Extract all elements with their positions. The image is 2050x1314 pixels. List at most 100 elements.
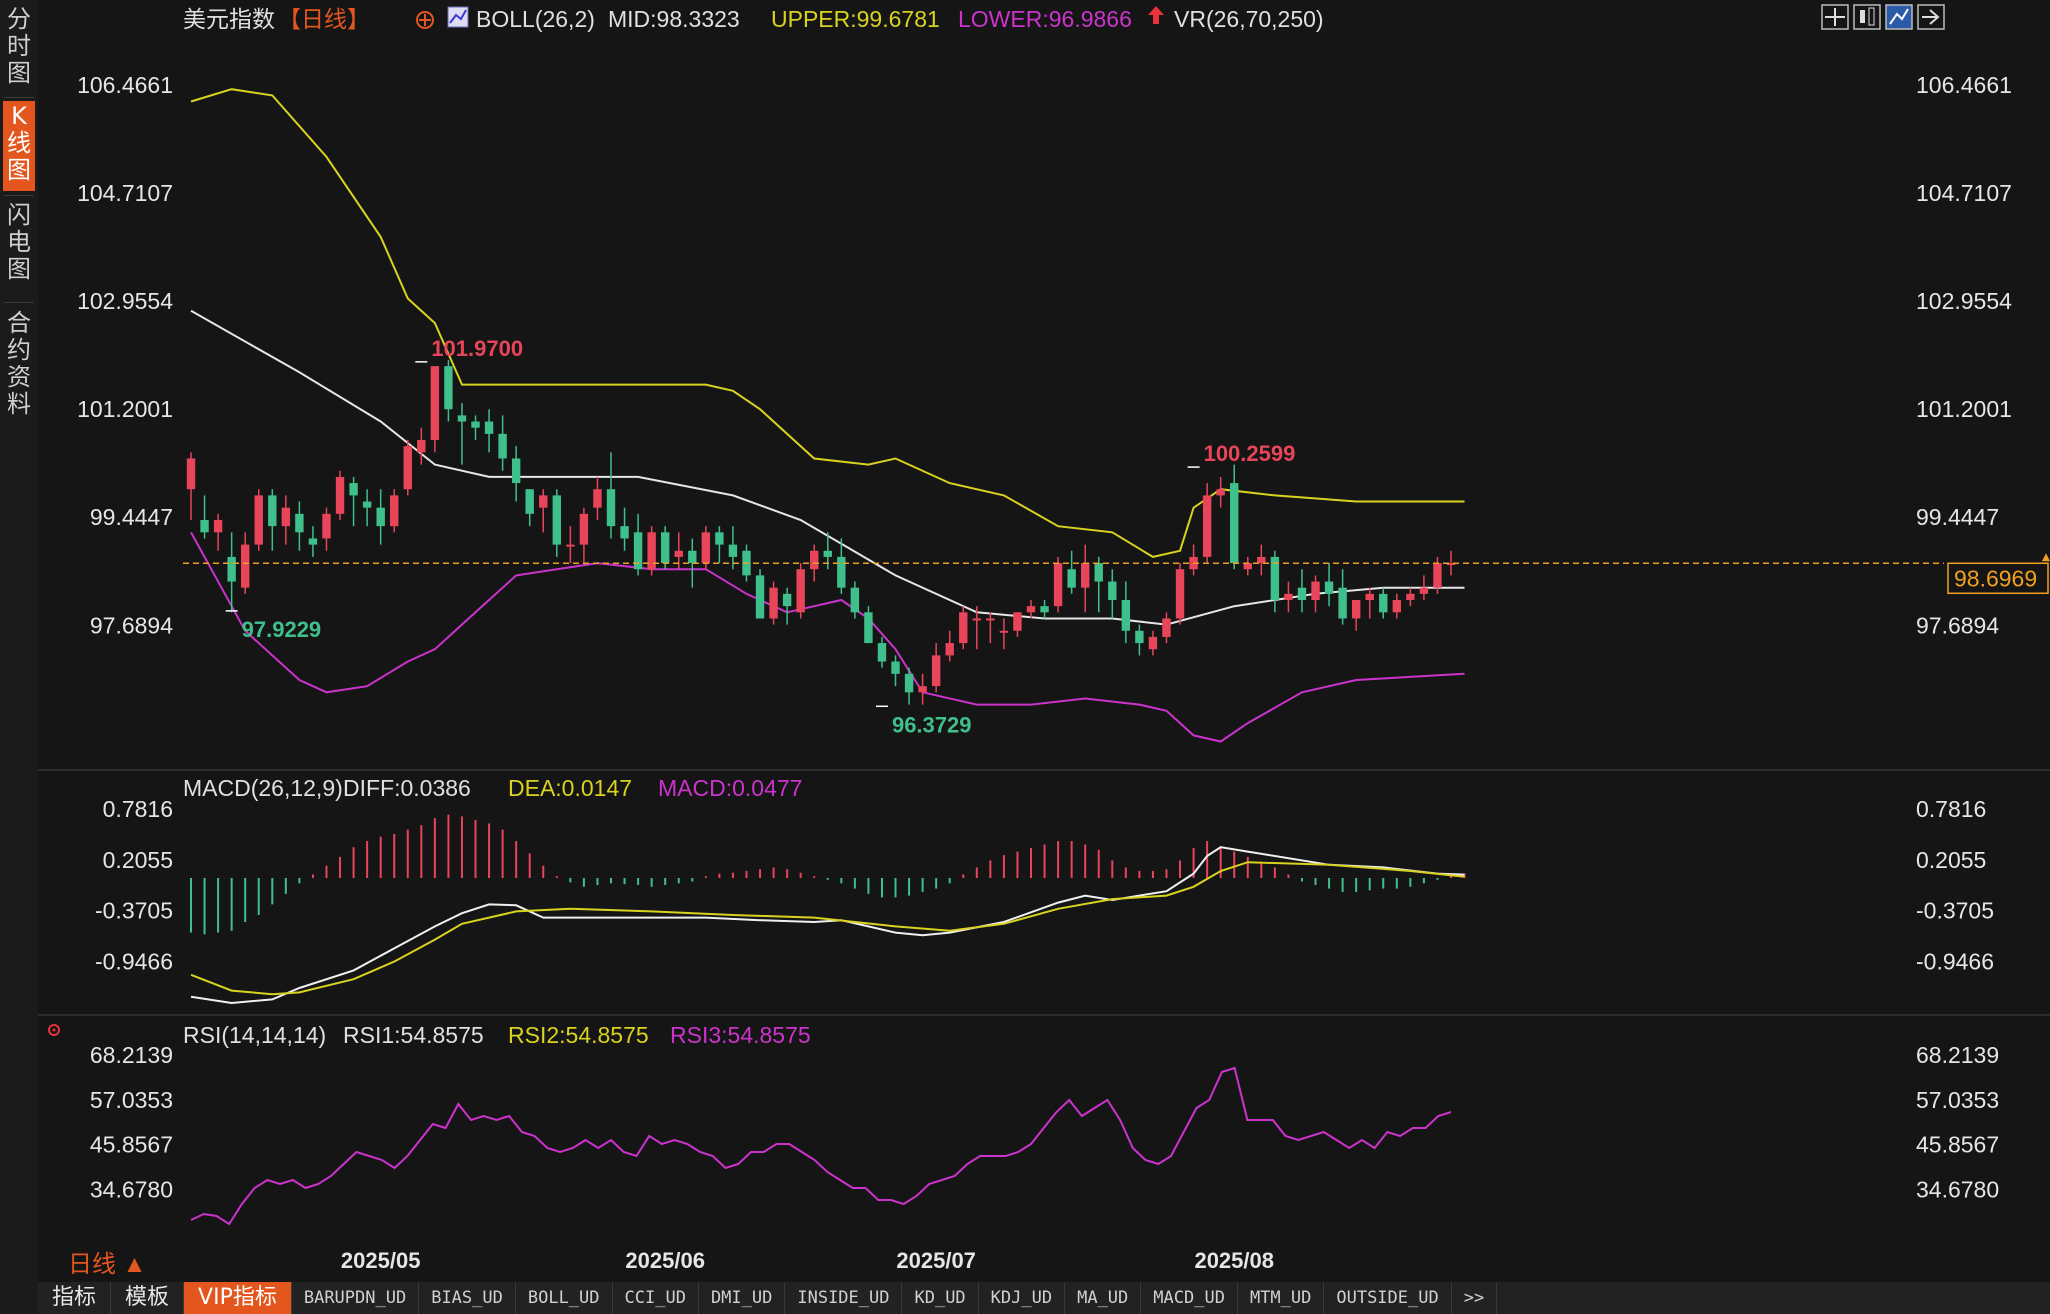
macd-tick-label: -0.3705	[1916, 898, 1994, 924]
candle-body	[1094, 563, 1103, 582]
period-label: 【日线】	[278, 6, 370, 32]
indicator-chart-icon[interactable]	[447, 6, 469, 28]
candle-body	[1162, 618, 1171, 637]
candle-body	[254, 495, 263, 545]
candle-body	[1040, 606, 1049, 613]
macd-histogram-value: MACD:0.0477	[658, 775, 802, 801]
candle-body	[1202, 495, 1212, 557]
candle-body	[1379, 593, 1388, 613]
candle-body	[1392, 600, 1402, 613]
candle-body	[688, 550, 697, 564]
side-tab-flash[interactable]: 闪电图	[3, 200, 35, 290]
boll-lower-value: LOWER:96.9866	[958, 6, 1132, 32]
high-label: 100.2599	[1204, 441, 1296, 466]
side-tab-label: 合约资料	[7, 309, 31, 418]
side-tab-timeshare[interactable]: 分时图	[3, 4, 35, 94]
candle-body	[918, 686, 927, 693]
boll-label: BOLL(26,2)	[476, 6, 595, 32]
candle-body	[796, 569, 805, 613]
candle-body	[1216, 489, 1225, 496]
rsi-tick-label: 45.8567	[1916, 1132, 1999, 1158]
macd-tick-label: -0.9466	[95, 948, 173, 974]
candle-body	[864, 612, 873, 644]
indicator-tab[interactable]: 模板	[111, 1282, 185, 1314]
side-tab-bar: 分时图 K线图 闪电图 合约资料	[0, 0, 39, 1314]
side-tab-label: 闪电图	[7, 201, 31, 283]
candle-body	[1175, 569, 1185, 619]
candle-body	[1108, 581, 1117, 600]
candle-body	[200, 520, 209, 533]
candle-body	[1013, 612, 1022, 631]
indicator-tab[interactable]: >>	[1452, 1282, 1498, 1314]
candle-body	[539, 495, 548, 508]
indicator-tab[interactable]: MACD_UD	[1141, 1282, 1238, 1314]
indicator-tab[interactable]: CCI_UD	[613, 1282, 699, 1314]
candle-body	[1406, 593, 1415, 600]
indicator-tab[interactable]: OUTSIDE_UD	[1324, 1282, 1452, 1314]
candle-body	[701, 532, 711, 564]
date-tick-label: 2025/08	[1194, 1248, 1274, 1273]
candle-body	[1135, 630, 1144, 644]
rsi-label: RSI(14,14,14)	[183, 1022, 326, 1048]
indicator-tab[interactable]: KD_UD	[902, 1282, 979, 1314]
candle-body	[1067, 569, 1076, 588]
macd-tick-label: -0.3705	[95, 898, 173, 924]
candle-body	[1351, 600, 1361, 619]
candle-body	[457, 415, 467, 422]
candle-body	[755, 575, 765, 619]
date-tick-label: 2025/07	[896, 1248, 976, 1273]
price-tick-label: 104.7107	[1916, 180, 2012, 206]
macd-label: MACD(26,12,9)	[183, 775, 343, 801]
chart-area[interactable]: 美元指数 【日线】 BOLL(26,2) MID:98.3323 UPPER:9…	[38, 0, 2050, 1282]
candle-body	[471, 421, 480, 428]
indicator-tab[interactable]: DMI_UD	[699, 1282, 786, 1314]
side-tab-contract[interactable]: 合约资料	[3, 308, 35, 426]
candle-body	[417, 440, 426, 453]
indicator-tab[interactable]: BOLL_UD	[516, 1282, 613, 1314]
candle-body	[444, 366, 453, 410]
high-label: 101.9700	[431, 336, 523, 361]
indicator-tab[interactable]: INSIDE_UD	[785, 1282, 903, 1314]
candle-body	[877, 643, 887, 662]
indicator-tab[interactable]: BARUPDN_UD	[292, 1282, 420, 1314]
macd-dea-value: DEA:0.0147	[508, 775, 632, 801]
macd-tick-label: 0.7816	[103, 796, 173, 822]
candle-body	[620, 526, 629, 539]
candle-body	[227, 556, 236, 582]
candle-body	[972, 618, 982, 621]
indicator-tab[interactable]: KDJ_UD	[979, 1282, 1066, 1314]
price-tick-label: 99.4447	[1916, 504, 1999, 530]
macd-tick-label: 0.2055	[1916, 847, 1986, 873]
date-tick-label: 2025/06	[625, 1248, 705, 1273]
candle-body	[1230, 483, 1239, 564]
candle-body	[511, 458, 521, 484]
candle-body	[579, 513, 589, 545]
candle-body	[322, 513, 331, 539]
line-chart-icon[interactable]	[1885, 4, 1913, 30]
macd-tick-label: 0.7816	[1916, 796, 1986, 822]
candle-body	[430, 366, 440, 440]
macd-tick-label: 0.2055	[103, 847, 173, 873]
price-tick-label: 97.6894	[90, 612, 173, 638]
rsi-tick-label: 68.2139	[90, 1042, 173, 1068]
candle-body	[403, 446, 412, 490]
candle-body	[728, 544, 738, 557]
rsi-tick-label: 34.6780	[90, 1176, 173, 1202]
period-selector[interactable]: 日线 ▲	[68, 1251, 146, 1278]
indicator-tab[interactable]: MTM_UD	[1238, 1282, 1325, 1314]
candle-body	[525, 489, 534, 514]
boll-upper-value: UPPER:99.6781	[771, 6, 940, 32]
candle-body	[904, 673, 914, 693]
price-tick-label: 102.9554	[1916, 288, 2012, 314]
candle-body	[837, 556, 846, 588]
indicator-tab[interactable]: MA_UD	[1065, 1282, 1142, 1314]
indicator-tab[interactable]: BIAS_UD	[419, 1282, 516, 1314]
candle-body	[660, 532, 670, 564]
indicator-tab-bar: 指标 模板 VIP指标 BARUPDN_UD BIAS_UD BOLL_UD CCI_UD D…	[38, 1282, 2050, 1314]
candle-body	[1284, 593, 1293, 600]
indicator-tab[interactable]: VIP指标	[184, 1282, 292, 1314]
candle-body	[268, 495, 277, 527]
rsi-tick-label: 57.0353	[1916, 1087, 1999, 1113]
indicator-tab[interactable]: 指标	[38, 1282, 112, 1314]
side-tab-kline[interactable]: K线图	[3, 101, 35, 191]
